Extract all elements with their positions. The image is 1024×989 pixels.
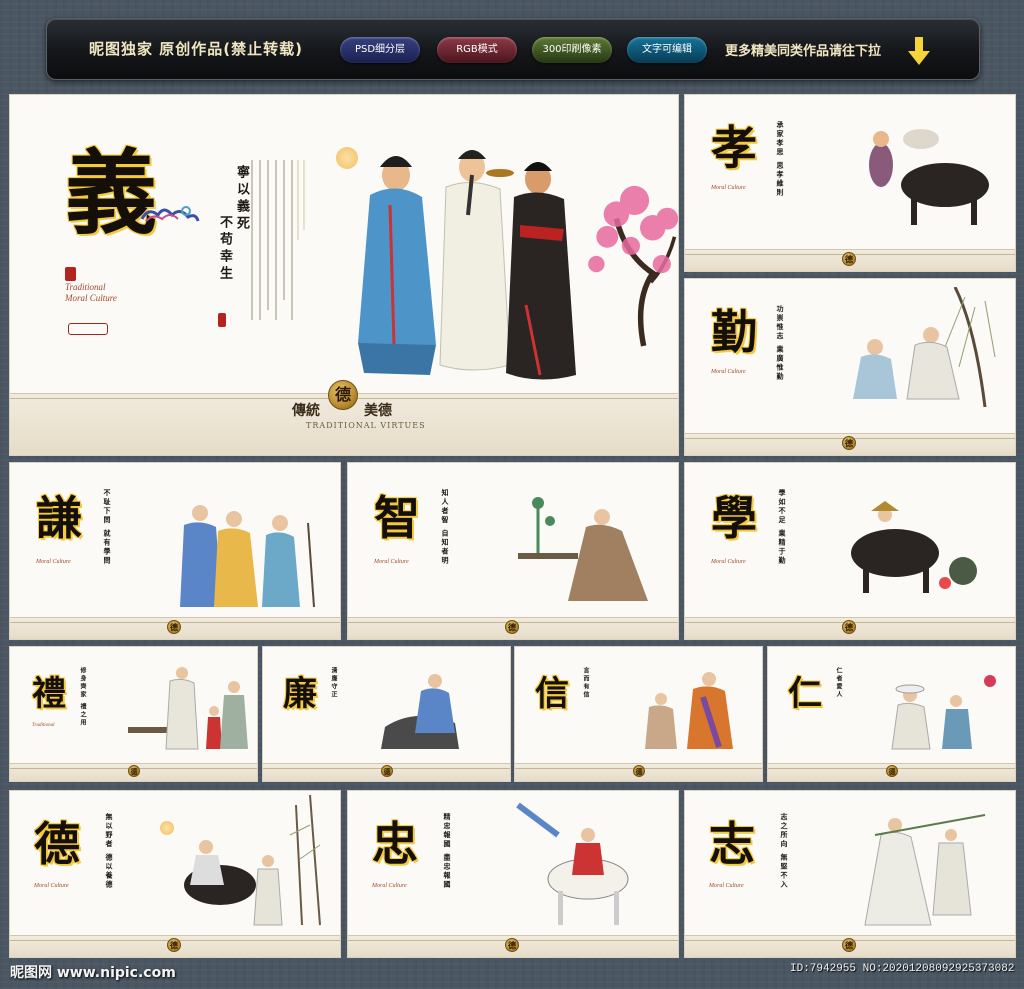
seal-mini: 德 [381,765,393,777]
elders-figure [180,505,315,608]
cloud-icon [140,206,200,222]
red-stamp [65,267,76,281]
panel-glyph: 學 [711,491,757,545]
text-columns [251,160,305,320]
panel-xue[interactable]: 學 學如不足 業精于勤 Moral Culture 德 [684,462,1016,640]
panel-motto: 知人者智 自知者明 [441,489,450,566]
panel-motto: 無以野者 德以養德 [105,813,114,890]
sub-en: Moral Culture [709,883,744,889]
hero-motto-2: 不苟幸生 [217,215,232,283]
virtue-ox-figure [184,795,321,926]
panel-li-rites[interactable]: 禮 修身齊家 禮之用 Traditional 德 [9,646,258,782]
three-heroes-figure [358,150,576,380]
panel-glyph: 德 [34,817,80,871]
panel-glyph: 廉 [283,674,317,714]
panel-glyph: 仁 [788,674,822,714]
panel-motto: 修身齊家 禮之用 [79,667,86,728]
seal-mini: 德 [128,765,140,777]
panel-zhi-wisdom[interactable]: 智 知人者智 自知者明 Moral Culture 德 [347,462,679,640]
panel-lian[interactable]: 廉 清廉守正 德 [262,646,511,782]
sub-en: Moral Culture [34,883,69,889]
general-on-horse-figure [516,802,629,925]
seal-mini: 德 [167,620,181,634]
sub-en-line-1: Traditional [65,282,106,292]
virtues-seal: 德 [328,380,358,410]
site-watermark: 昵图网 www.nipic.com [10,965,176,981]
panel-zhong[interactable]: 忠 精忠報國 盡忠報國 Moral Culture 德 [347,790,679,958]
seal-right-text: 美德 [364,403,392,419]
box-stamp [68,323,108,335]
sub-en: Moral Culture [711,369,746,375]
panel-qin[interactable]: 勤 功崇惟志 業廣惟勤 Moral Culture 德 [684,278,1016,456]
panel-motto: 仁者愛人 [835,667,842,699]
seal-mini: 德 [886,765,898,777]
panel-glyph: 勤 [711,305,757,359]
tag-editable-text[interactable]: 文字可编辑 [627,37,707,63]
seal-caption: TRADITIONAL VIRTUES [306,421,426,430]
arrow-down-icon[interactable] [907,36,931,66]
seal-mini: 德 [633,765,645,777]
panel-xin[interactable]: 信 言而有信 德 [514,646,763,782]
panel-motto: 清廉守正 [330,667,337,699]
panel-motto: 志之所向 無堅不入 [780,813,789,890]
top-banner: 昵图独家 原创作品(禁止转载) PSD细分层 RGB模式 300印刷像素 文字可… [46,18,980,80]
benevolence-figure [891,675,996,750]
image-id-watermark: ID:7942955 NO:20201208092925373082 [790,963,1015,975]
seal-mini: 德 [505,620,519,634]
tag-rgb-mode[interactable]: RGB模式 [437,37,517,63]
sub-en: Moral Culture [711,559,746,565]
panel-motto: 功崇惟志 業廣惟勤 [776,305,785,382]
trust-figure [645,672,733,749]
sub-en: Moral Culture [711,185,746,191]
sub-en: Traditional [32,723,55,728]
panel-motto: 言而有信 [582,667,589,699]
ritual-figure [128,667,248,750]
panel-hero-yi[interactable]: 義 Traditional Moral Culture 寧以義死 不苟幸生 德 … [9,94,679,456]
ox-and-child-figure [869,129,989,225]
panel-glyph: 信 [535,674,569,714]
seal-mini: 德 [505,938,519,952]
seal-mini: 德 [842,436,856,450]
sage-figure [518,497,648,601]
panel-motto: 承家孝思 思孝維則 [776,121,785,198]
panel-motto: 不耻下問 就有學問 [103,489,112,566]
panel-glyph: 孝 [711,121,757,175]
panel-glyph: 謙 [36,491,82,545]
panel-ren[interactable]: 仁 仁者愛人 德 [767,646,1016,782]
panel-qian[interactable]: 謙 不耻下問 就有學問 Moral Culture 德 [9,462,341,640]
panel-glyph: 智 [374,491,420,545]
panel-motto: 學如不足 業精于勤 [778,489,787,566]
seal-left-text: 傳統 [292,403,320,419]
tag-print-pixels[interactable]: 300印刷像素 [532,37,612,63]
sub-en: Moral Culture [372,883,407,889]
official-figure [381,674,459,749]
panel-motto: 精忠報國 盡忠報國 [443,813,452,890]
sub-en: Moral Culture [374,559,409,565]
plum-blossom-tree [588,185,678,347]
panel-zhi-ambition[interactable]: 志 志之所向 無堅不入 Moral Culture 德 [684,790,1016,958]
sub-en-line-2: Moral Culture [65,293,117,303]
panel-glyph: 志 [709,817,755,871]
panel-de[interactable]: 德 無以野者 德以養德 Moral Culture 德 [9,790,341,958]
red-stamp-small [218,313,226,327]
seal-mini: 德 [842,620,856,634]
scholars-figure [853,287,996,408]
banner-title: 昵图独家 原创作品(禁止转载) [89,40,303,58]
panel-xiao[interactable]: 孝 承家孝思 思孝維則 Moral Culture 德 [684,94,1016,272]
seal-mini: 德 [167,938,181,952]
seal-mini: 德 [842,938,856,952]
buffalo-rider-figure [851,501,977,593]
sub-en: Moral Culture [36,559,71,565]
panel-glyph: 忠 [372,817,418,871]
seal-mini: 德 [842,252,856,266]
ambition-figure [864,814,986,926]
banner-more-text: 更多精美同类作品请往下拉 [725,44,882,59]
tag-psd-layers[interactable]: PSD细分层 [340,37,420,63]
panel-glyph: 禮 [32,674,66,714]
